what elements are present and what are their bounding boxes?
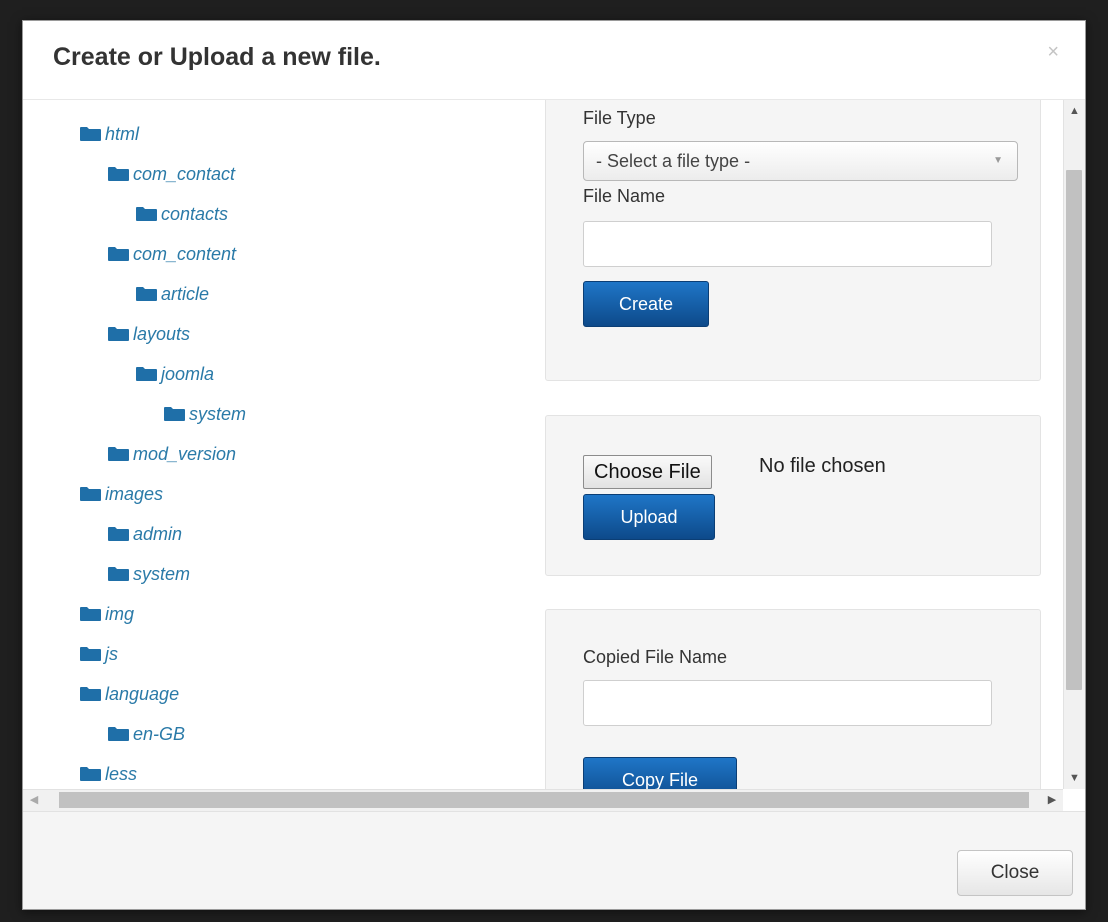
modal-footer: Close — [23, 811, 1085, 909]
tree-item-label: images — [105, 483, 164, 504]
file-name-label: File Name — [583, 186, 666, 206]
tree-item[interactable]: system — [108, 563, 190, 585]
folder-icon — [136, 367, 157, 381]
modal-title: Create or Upload a new file. — [53, 43, 381, 71]
tree-item[interactable]: system — [164, 403, 246, 425]
folder-icon — [80, 767, 101, 781]
file-type-select[interactable]: - Select a file type - ▼ — [583, 141, 1018, 181]
create-button[interactable]: Create — [583, 281, 709, 327]
tree-item-label: com_contact — [133, 163, 236, 184]
tree-item[interactable]: com_content — [108, 243, 236, 265]
tree-item[interactable]: en-GB — [108, 723, 185, 745]
tree-item[interactable]: layouts — [108, 323, 190, 345]
close-icon[interactable]: × — [1047, 41, 1059, 64]
tree-item-label: com_content — [133, 243, 237, 264]
folder-icon — [108, 447, 129, 461]
tree-item[interactable]: images — [80, 483, 163, 505]
modal-body: html com_contact contacts com_contentarticl… — [23, 100, 1063, 789]
tree-item-label: contacts — [161, 203, 229, 224]
folder-icon — [80, 647, 101, 661]
tree-item-label: mod_version — [133, 443, 237, 464]
tree-item[interactable]: contacts — [136, 203, 228, 225]
tree-item[interactable]: less — [80, 763, 137, 785]
upload-file-panel: Choose File No file chosen Upload — [545, 415, 1041, 576]
file-name-input[interactable] — [583, 221, 992, 267]
scroll-left-icon[interactable]: ◀ — [23, 790, 45, 811]
tree-item-label: article — [161, 283, 210, 304]
tree-item-label: admin — [133, 523, 183, 544]
tree-item-label: layouts — [133, 323, 191, 344]
folder-icon — [136, 287, 157, 301]
folder-icon — [108, 527, 129, 541]
tree-item-label: en-GB — [133, 723, 186, 744]
tree-item[interactable]: mod_version — [108, 443, 236, 465]
folder-icon — [108, 327, 129, 341]
close-button[interactable]: Close — [957, 850, 1073, 896]
choose-file-button[interactable]: Choose File — [583, 455, 712, 489]
copied-file-name-input[interactable] — [583, 680, 992, 726]
scroll-right-icon[interactable]: ▶ — [1041, 790, 1063, 811]
folder-icon — [80, 687, 101, 701]
folder-icon — [80, 127, 101, 141]
tree-item-label: system — [133, 563, 191, 584]
folder-icon — [80, 487, 101, 501]
copied-file-name-label: Copied File Name — [583, 647, 728, 667]
folder-icon — [164, 407, 185, 421]
tree-item-label: img — [105, 603, 135, 624]
vertical-scroll-thumb[interactable] — [1066, 170, 1082, 690]
tree-item-label: less — [105, 763, 138, 784]
horizontal-scroll-thumb[interactable] — [59, 792, 1029, 808]
tree-item-label: system — [189, 403, 247, 424]
tree-item[interactable]: admin — [108, 523, 182, 545]
upload-button[interactable]: Upload — [583, 494, 715, 540]
create-file-modal: Create or Upload a new file. × html com_c… — [22, 20, 1086, 910]
copy-file-panel: Copied File Name Copy File — [545, 609, 1041, 789]
tree-item-label: html — [105, 123, 140, 144]
chevron-down-icon: ▼ — [993, 155, 1003, 166]
scroll-up-icon[interactable]: ▲ — [1064, 100, 1085, 122]
file-type-selected-value: - Select a file type - — [596, 151, 751, 171]
vertical-scrollbar[interactable]: ▲ ▼ — [1063, 100, 1085, 789]
folder-icon — [136, 207, 157, 221]
tree-item-label: joomla — [161, 363, 215, 384]
no-file-chosen-text: No file chosen — [759, 455, 886, 477]
folder-icon — [108, 727, 129, 741]
tree-item[interactable]: article — [136, 283, 209, 305]
scroll-down-icon[interactable]: ▼ — [1064, 767, 1085, 789]
tree-item[interactable]: com_contact — [108, 163, 235, 185]
tree-item-label: js — [105, 643, 118, 664]
create-file-panel: File Type - Select a file type - ▼ File … — [545, 100, 1041, 381]
tree-item-label: language — [105, 683, 180, 704]
scrollbar-corner — [1063, 789, 1085, 811]
folder-icon — [108, 167, 129, 181]
tree-item[interactable]: js — [80, 643, 118, 665]
copy-file-button[interactable]: Copy File — [583, 757, 737, 789]
modal-header: Create or Upload a new file. × — [23, 21, 1085, 100]
folder-icon — [80, 607, 101, 621]
horizontal-scrollbar[interactable]: ◀ ▶ — [23, 789, 1063, 811]
tree-item[interactable]: img — [80, 603, 134, 625]
tree-item[interactable]: language — [80, 683, 179, 705]
folder-icon — [108, 247, 129, 261]
file-type-label: File Type — [583, 108, 656, 128]
folder-icon — [108, 567, 129, 581]
tree-item[interactable]: html — [80, 123, 139, 145]
tree-item[interactable]: joomla — [136, 363, 214, 385]
